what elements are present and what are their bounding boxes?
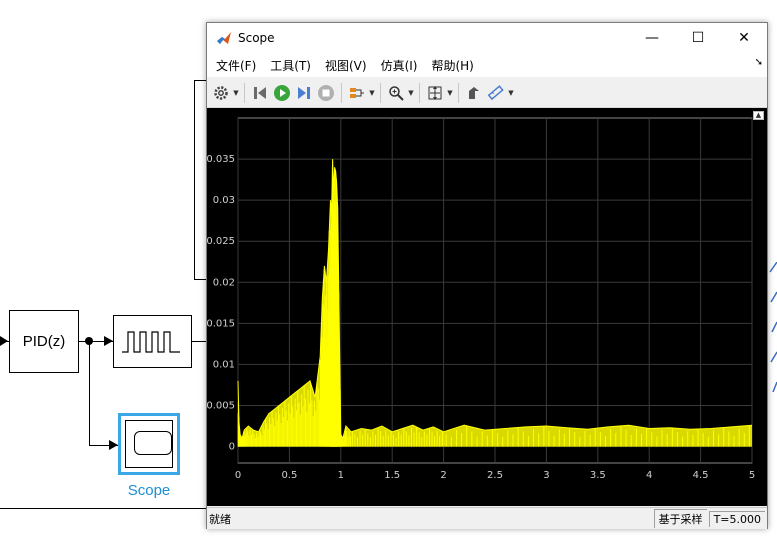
signal-icon[interactable] — [346, 82, 368, 104]
scope-block[interactable] — [118, 413, 180, 475]
arrow-icon — [104, 336, 113, 346]
scope-window[interactable]: Scope — ☐ ✕ 文件(F) 工具(T) 视图(V) 仿真(I) 帮助(H… — [206, 22, 768, 529]
menu-file[interactable]: 文件(F) — [209, 57, 263, 74]
y-tick-label: 0.01 — [213, 359, 235, 370]
dropdown-arrow-icon[interactable]: ▼ — [507, 89, 515, 97]
sim-time: T=5.000 — [708, 510, 765, 527]
x-tick-label: 0.5 — [281, 470, 297, 481]
menu-view[interactable]: 视图(V) — [318, 57, 374, 74]
gear-icon[interactable] — [210, 82, 232, 104]
measure-icon[interactable] — [485, 82, 507, 104]
x-tick-label: 4.5 — [693, 470, 709, 481]
fit-icon[interactable] — [424, 82, 446, 104]
toolbar: ▼ ▼ ▼ ▼ ▼ — [207, 79, 767, 108]
status-text: 就绪 — [209, 512, 231, 526]
arrow-icon — [109, 440, 118, 450]
dropdown-arrow-icon[interactable]: ▼ — [446, 89, 454, 97]
minimize-button[interactable]: — — [629, 23, 675, 53]
x-tick-label: 0 — [235, 470, 241, 481]
zoom-icon[interactable] — [385, 82, 407, 104]
matlab-icon — [217, 32, 231, 44]
x-tick-label: 3 — [543, 470, 549, 481]
scope-screen-icon — [134, 431, 172, 455]
pulse-icon — [122, 331, 180, 353]
title-bar[interactable]: Scope — ☐ ✕ — [207, 23, 767, 53]
junction-dot — [85, 337, 93, 345]
pid-block[interactable]: PID(z) — [9, 310, 79, 373]
dropdown-arrow-icon[interactable]: ▼ — [407, 89, 415, 97]
close-button[interactable]: ✕ — [721, 23, 767, 53]
y-tick-label: 0 — [229, 442, 235, 453]
run-icon[interactable] — [271, 82, 293, 104]
step-back-icon[interactable] — [249, 82, 271, 104]
y-tick-label: 0.015 — [207, 318, 235, 329]
window-title: Scope — [238, 31, 275, 45]
feedback-line — [194, 80, 206, 81]
scope-block-label: Scope — [127, 482, 171, 499]
menu-bar: 文件(F) 工具(T) 视图(V) 仿真(I) 帮助(H) ➘ — [207, 53, 767, 77]
x-tick-label: 1.5 — [384, 470, 400, 481]
scope-chart[interactable]: 0 0.5 1 1.5 2 2.5 3 3.5 4 4.5 5 0 0.005 0.01 0.015 0.02… — [206, 108, 767, 506]
pulse-generator-block[interactable] — [113, 315, 192, 368]
x-tick-label: 3.5 — [590, 470, 606, 481]
x-tick-label: 2.5 — [487, 470, 503, 481]
arrow-icon — [0, 336, 8, 346]
menu-simulation[interactable]: 仿真(I) — [374, 57, 425, 74]
partial-block-icon — [769, 262, 777, 393]
dropdown-arrow-icon[interactable]: ▼ — [232, 89, 240, 97]
maximize-button[interactable]: ☐ — [675, 23, 721, 53]
x-tick-label: 2 — [440, 470, 446, 481]
y-tick-label: 0.035 — [207, 154, 235, 165]
expand-arrow-icon[interactable]: ➘ — [755, 57, 763, 68]
y-tick-label: 0.005 — [207, 401, 235, 412]
cursor-icon[interactable] — [463, 82, 485, 104]
x-tick-label: 1 — [338, 470, 344, 481]
menu-tools[interactable]: 工具(T) — [263, 57, 318, 74]
feedback-line — [194, 279, 206, 280]
x-tick-label: 4 — [646, 470, 652, 481]
signal-line — [89, 341, 90, 446]
pid-label: PID(z) — [22, 333, 66, 350]
stop-icon[interactable] — [315, 82, 337, 104]
y-tick-label: 0.025 — [207, 236, 235, 247]
step-forward-icon[interactable] — [293, 82, 315, 104]
undock-icon[interactable]: ▲ — [753, 111, 764, 120]
signal-line — [192, 341, 206, 342]
y-tick-label: 0.03 — [213, 195, 235, 206]
x-tick-label: 5 — [749, 470, 755, 481]
bottom-line — [0, 508, 206, 509]
sample-mode: 基于采样 — [653, 509, 707, 528]
plot-area[interactable]: 0 0.5 1 1.5 2 2.5 3 3.5 4 4.5 5 0 0.005 0.01 0.015 0.02… — [206, 108, 767, 506]
dropdown-arrow-icon[interactable]: ▼ — [368, 89, 376, 97]
menu-help[interactable]: 帮助(H) — [424, 57, 480, 74]
feedback-line — [194, 80, 195, 280]
status-bar: 就绪 基于采样 T=5.000 — [207, 507, 767, 529]
y-tick-label: 0.02 — [213, 277, 235, 288]
